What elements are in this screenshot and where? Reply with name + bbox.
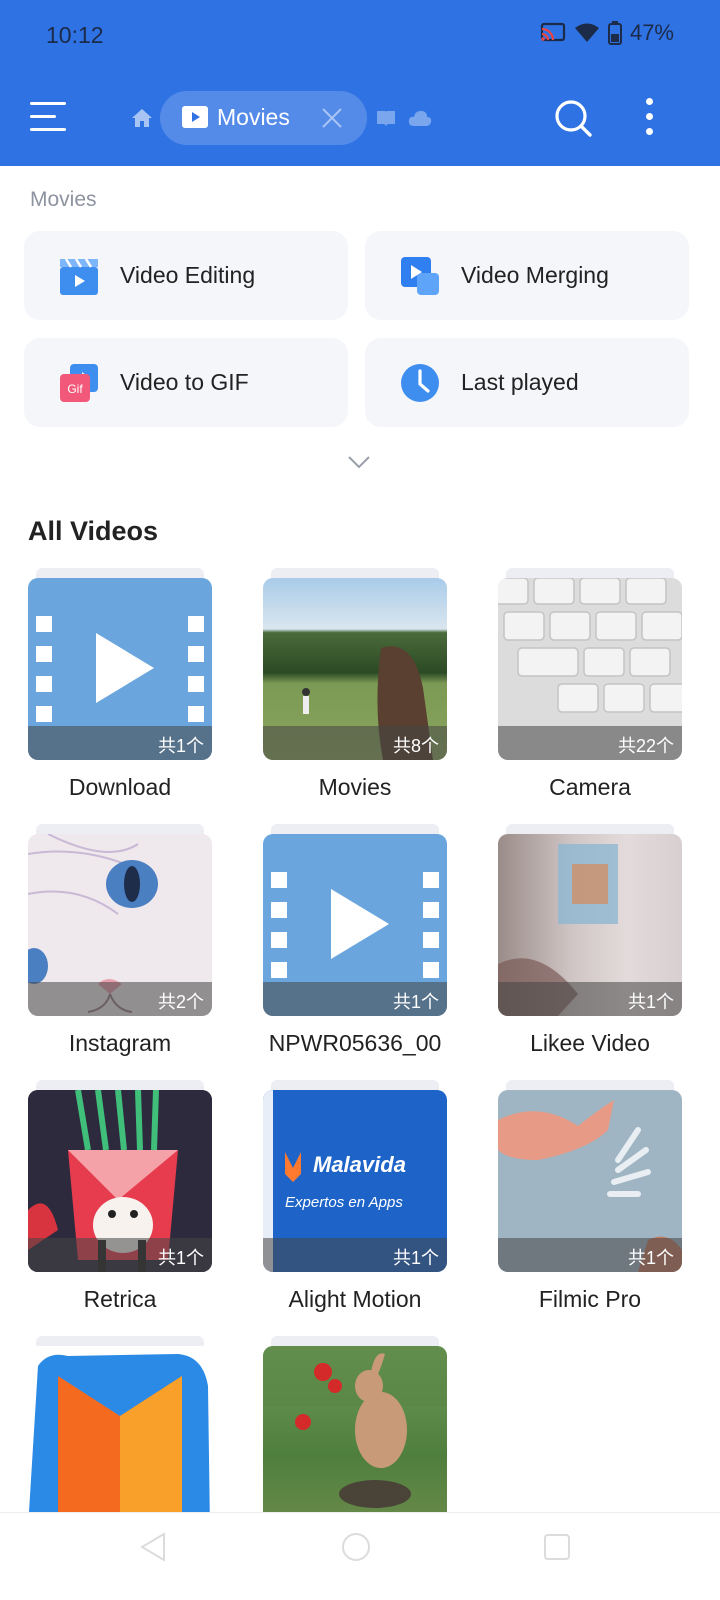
folder-thumbnail bbox=[28, 1346, 212, 1528]
system-nav-bar bbox=[0, 1512, 720, 1600]
folder-count: 共1个 bbox=[28, 726, 212, 760]
folder-name: NPWR05636_00 bbox=[268, 1030, 442, 1056]
folder-thumbnail: Malavida Expertos en Apps 共1个 bbox=[263, 1090, 447, 1272]
tool-label: Last played bbox=[461, 369, 579, 395]
last-played-card[interactable]: Last played bbox=[365, 338, 689, 427]
folder-count: 共1个 bbox=[28, 1238, 212, 1272]
close-icon[interactable] bbox=[320, 106, 344, 130]
folder-thumbnail bbox=[263, 1346, 447, 1528]
video-to-gif-card[interactable]: Gif Video to GIF bbox=[24, 338, 348, 427]
folder-thumbnail: 共1个 bbox=[28, 1090, 212, 1272]
battery-icon bbox=[607, 21, 622, 45]
folder-count: 共1个 bbox=[498, 982, 682, 1016]
video-editing-card[interactable]: Video Editing bbox=[24, 231, 348, 320]
folder-name: Instagram bbox=[68, 1030, 172, 1056]
tool-label: Video Merging bbox=[461, 262, 609, 288]
folder-thumbnail: 共1个 bbox=[498, 1090, 682, 1272]
orange-m-logo bbox=[28, 1354, 210, 1528]
tool-label: Video to GIF bbox=[120, 369, 249, 395]
folder-count: 共1个 bbox=[498, 1238, 682, 1272]
tab-movies[interactable]: Movies bbox=[160, 91, 367, 145]
cloud-icon[interactable] bbox=[408, 110, 432, 126]
folder-count: 共2个 bbox=[28, 982, 212, 1016]
section-label: Movies bbox=[30, 188, 97, 211]
folder-name: Movies bbox=[318, 774, 392, 800]
more-vertical-icon[interactable] bbox=[642, 98, 656, 138]
folder-count: 共22个 bbox=[498, 726, 682, 760]
status-time: 10:12 bbox=[46, 22, 104, 48]
folder-thumbnail: 共8个 bbox=[263, 578, 447, 760]
thumb-logo-text: Malavida bbox=[313, 1152, 406, 1177]
tab-label: Movies bbox=[217, 104, 290, 130]
video-icon bbox=[182, 106, 208, 128]
cast-icon bbox=[540, 22, 566, 42]
clock-icon bbox=[401, 364, 439, 402]
book-icon[interactable] bbox=[376, 109, 396, 127]
folder-name: Camera bbox=[549, 774, 631, 800]
video-merging-card[interactable]: Video Merging bbox=[365, 231, 689, 320]
folder-count: 共8个 bbox=[263, 726, 447, 760]
folder-name: Download bbox=[68, 774, 172, 800]
folder-count: 共1个 bbox=[263, 982, 447, 1016]
tool-label: Video Editing bbox=[120, 262, 256, 288]
video-merge-icon bbox=[401, 257, 439, 295]
search-icon[interactable] bbox=[553, 98, 593, 138]
folder-thumbnail: 共1个 bbox=[263, 834, 447, 1016]
rabbit-strawberry bbox=[263, 1346, 447, 1508]
folder-name: Likee Video bbox=[530, 1030, 650, 1056]
battery-percent: 47% bbox=[629, 20, 674, 45]
clapperboard-icon bbox=[60, 258, 98, 295]
folder-name: Retrica bbox=[83, 1286, 157, 1312]
wifi-icon bbox=[574, 23, 599, 42]
menu-icon[interactable] bbox=[30, 100, 68, 134]
gif-icon: Gif bbox=[60, 364, 98, 402]
home-circle-icon[interactable] bbox=[340, 1531, 372, 1563]
back-triangle-icon[interactable] bbox=[138, 1531, 168, 1563]
chevron-down-icon[interactable] bbox=[347, 454, 371, 470]
recents-square-icon[interactable] bbox=[542, 1531, 572, 1563]
svg-text:Gif: Gif bbox=[67, 382, 83, 396]
all-videos-title: All Videos bbox=[28, 516, 159, 546]
folder-thumbnail: 共1个 bbox=[28, 578, 212, 760]
folder-name: Filmic Pro bbox=[538, 1286, 642, 1312]
status-icons: 47% bbox=[540, 20, 674, 46]
folder-count: 共1个 bbox=[263, 1238, 447, 1272]
thumb-logo-subtext: Expertos en Apps bbox=[285, 1194, 403, 1211]
folder-thumbnail: 共1个 bbox=[498, 834, 682, 1016]
folder-name: Alight Motion bbox=[288, 1286, 422, 1312]
folder-thumbnail: 共2个 bbox=[28, 834, 212, 1016]
app-bar: 10:12 47% Movies bbox=[0, 0, 720, 166]
home-icon[interactable] bbox=[130, 106, 154, 130]
folder-thumbnail: 共22个 bbox=[498, 578, 682, 760]
